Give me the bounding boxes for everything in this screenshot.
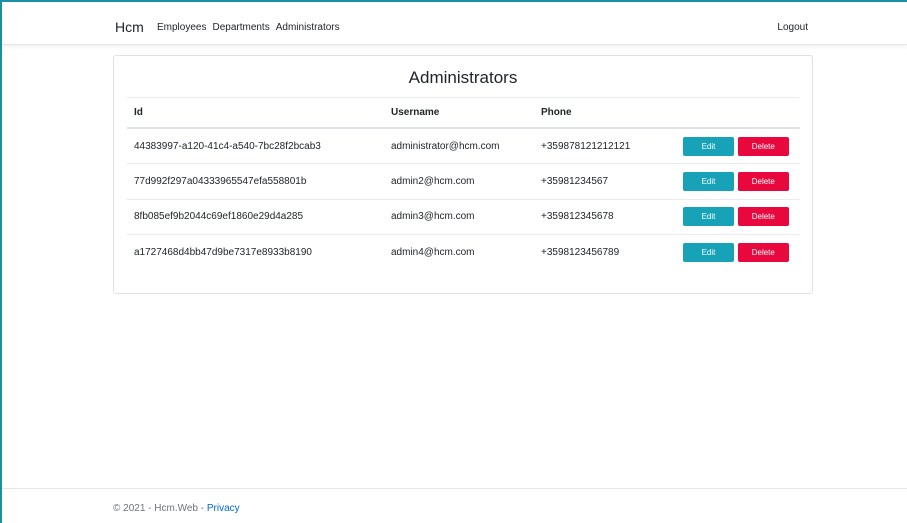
cell-id: a1727468d4bb47d9be7317e8933b8190 [134, 247, 312, 258]
nav-link-employees[interactable]: Employees [157, 22, 206, 33]
nav-link-administrators[interactable]: Administrators [276, 22, 340, 33]
cell-id: 44383997-a120-41c4-a540-7bc28f2bcab3 [127, 128, 384, 164]
cell-phone: +3598123456789 [541, 247, 620, 258]
cell-id: 8fb085ef9b2044c69ef1860e29d4a285 [127, 199, 384, 235]
column-header-username: Username [384, 98, 534, 129]
footer: © 2021 - Hcm.Web - Privacy [113, 503, 240, 514]
top-navbar: Hcm Employees Departments Administrators… [2, 2, 907, 45]
edit-button[interactable]: Edit [683, 171, 734, 191]
cell-username: admin3@hcm.com [384, 199, 534, 235]
delete-button[interactable]: Delete [737, 243, 789, 262]
cell-actions: Edit Delete [679, 199, 800, 235]
footer-divider [2, 488, 907, 489]
cell-phone: +35981234567 [534, 163, 679, 200]
cell-username: administrator@hcm.com [384, 128, 534, 164]
delete-button[interactable]: Delete [737, 171, 789, 191]
cell-username: admin2@hcm.com [384, 163, 534, 200]
privacy-link[interactable]: Privacy [207, 503, 240, 514]
page-title: Administrators [408, 68, 518, 87]
column-header-phone: Phone [534, 98, 679, 129]
delete-button[interactable]: Delete [737, 136, 789, 156]
cell-phone: +359878121212121 [534, 128, 679, 164]
edit-button[interactable]: Edit [683, 136, 734, 156]
table-row: 44383997-a120-41c4-a540-7bc28f2bcab3 adm… [127, 128, 800, 164]
nav-link-departments[interactable]: Departments [212, 22, 269, 33]
edit-button[interactable]: Edit [683, 243, 734, 262]
cell-actions: Edit Delete [679, 235, 800, 271]
footer-copyright: © 2021 - Hcm.Web - [113, 503, 207, 514]
table-row: a1727468d4bb47d9be7317e8933b8190 admin4@… [127, 235, 800, 271]
delete-button[interactable]: Delete [737, 207, 789, 227]
administrators-card: Administrators Id Username Phone 4438399… [113, 55, 813, 294]
cell-phone: +359812345678 [534, 199, 679, 235]
nav-links: Employees Departments Administrators [157, 22, 346, 33]
column-header-id: Id [127, 98, 384, 129]
cell-actions: Edit Delete [679, 128, 800, 164]
logout-link[interactable]: Logout [777, 22, 808, 33]
brand-link[interactable]: Hcm [115, 19, 144, 35]
edit-button[interactable]: Edit [683, 207, 734, 227]
cell-id: 77d992f297a04333965547efa558801b [127, 163, 384, 200]
table-row: 77d992f297a04333965547efa558801b admin2@… [127, 163, 800, 200]
table-row: 8fb085ef9b2044c69ef1860e29d4a285 admin3@… [127, 199, 800, 235]
column-header-actions [679, 98, 800, 129]
table-header-row: Id Username Phone [127, 98, 800, 129]
administrators-table: Id Username Phone 44383997-a120-41c4-a54… [127, 98, 800, 270]
cell-username: admin4@hcm.com [391, 247, 475, 258]
cell-actions: Edit Delete [679, 163, 800, 200]
